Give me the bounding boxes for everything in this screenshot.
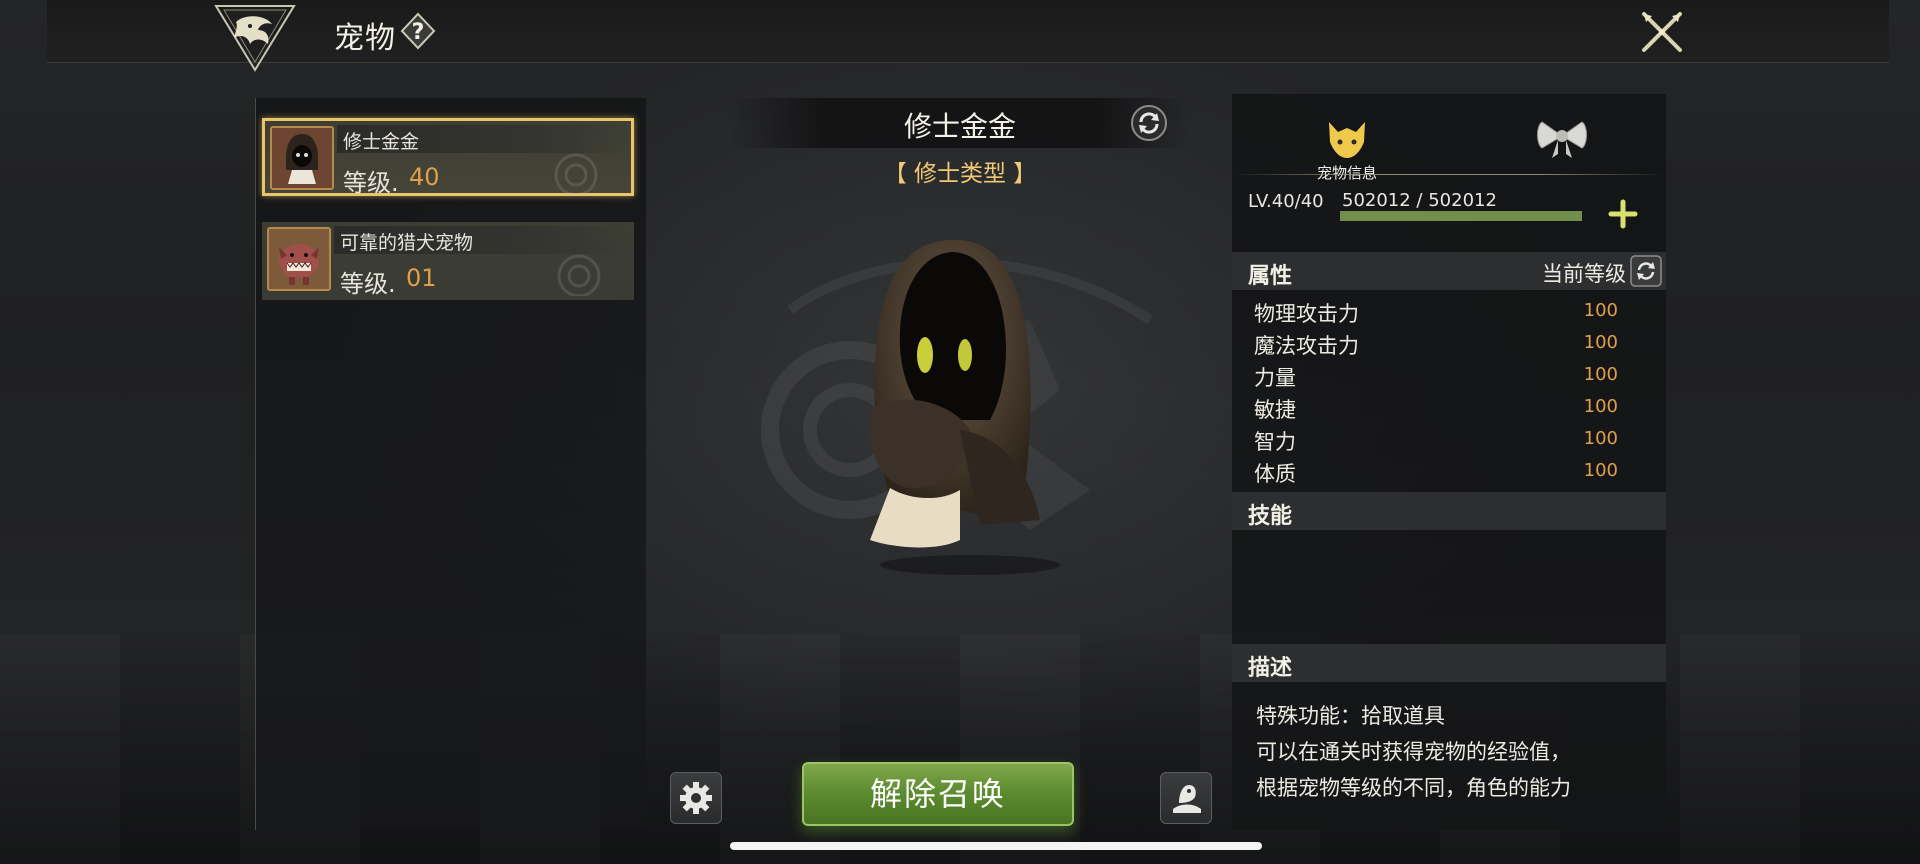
exp-bar: [1340, 211, 1582, 221]
attributes-title: 属性: [1248, 264, 1293, 289]
home-indicator[interactable]: [730, 842, 1262, 850]
skills-title: 技能: [1248, 504, 1293, 529]
pet-list-panel: 修士金金 等级. 40 可靠的猎犬宠物 等级. 01: [255, 98, 646, 830]
pet-hand-icon: [1173, 785, 1201, 813]
pet-level-label: 等级.: [343, 169, 399, 197]
page-title: 宠物: [334, 21, 396, 56]
stat-row: 体质 100: [1232, 456, 1666, 488]
stat-value: 100: [1583, 300, 1618, 321]
exp-bar-fill: [1340, 211, 1582, 221]
stat-value: 100: [1583, 396, 1618, 417]
card-watermark-icon: [557, 254, 601, 296]
stat-name: 敏捷: [1254, 398, 1296, 422]
stat-value: 100: [1583, 364, 1618, 385]
stat-row: 力量 100: [1232, 360, 1666, 392]
stat-row: 物理攻击力 100: [1232, 296, 1666, 328]
description-header: 描述: [1232, 644, 1666, 682]
hooded-monk-icon: [272, 128, 332, 188]
pet-avatar: [267, 227, 331, 291]
description-line: 根据宠物等级的不同，角色的能力: [1256, 776, 1571, 800]
stat-name: 体质: [1254, 462, 1296, 486]
attributes-header: 属性 当前等级: [1232, 252, 1666, 290]
pet-info-panel: 宠物信息 LV.40/40 502012 / 502012 属性 当前等级 物理…: [1232, 94, 1666, 830]
refresh-icon[interactable]: [1630, 255, 1662, 287]
close-icon[interactable]: [1638, 8, 1686, 56]
settings-button[interactable]: [670, 772, 722, 824]
current-level-label: 当前等级: [1542, 262, 1626, 286]
dismiss-summon-button[interactable]: 解除召唤: [802, 762, 1074, 826]
stat-row: 敏捷 100: [1232, 392, 1666, 424]
card-watermark-icon: [554, 153, 598, 195]
hound-pet-icon: [269, 229, 329, 289]
pet-level-label: 等级.: [340, 270, 396, 298]
dragon-emblem-icon: [214, 5, 296, 72]
skills-header: 技能: [1232, 492, 1666, 530]
pet-name: 可靠的猎犬宠物: [340, 232, 474, 254]
tab-pet-info-label: 宠物信息: [1316, 164, 1377, 182]
stat-value: 100: [1583, 428, 1618, 449]
stat-name: 物理攻击力: [1254, 302, 1359, 326]
game-screen: 宠物 ? 修士金金 等级. 40 可靠的猎犬宠物 等级. 01 修士金金 【 修…: [0, 0, 1920, 864]
pet-3d-model: [869, 239, 1060, 575]
pet-type-label: 【 修士类型 】: [883, 161, 1037, 187]
stat-value: 100: [1583, 332, 1618, 353]
fox-head-icon: [1329, 122, 1365, 158]
stat-name: 魔法攻击力: [1254, 334, 1359, 358]
selected-pet-name: 修士金金: [903, 110, 1016, 143]
description-line: 可以在通关时获得宠物的经验值，: [1256, 740, 1571, 764]
stat-row: 智力 100: [1232, 424, 1666, 456]
pet-card[interactable]: 可靠的猎犬宠物 等级. 01: [262, 222, 634, 300]
tab-divider: [1232, 174, 1666, 175]
plus-icon[interactable]: [1607, 198, 1639, 230]
help-icon[interactable]: ?: [400, 12, 436, 50]
pet-level-value: 01: [406, 264, 437, 292]
stat-name: 智力: [1254, 430, 1296, 454]
pet-card-selected[interactable]: 修士金金 等级. 40: [262, 118, 634, 197]
pet-level-text: LV.40/40: [1248, 191, 1324, 212]
pet-avatar: [270, 126, 334, 190]
pet-level-value: 40: [409, 163, 440, 191]
description-title: 描述: [1248, 656, 1293, 681]
pet-name: 修士金金: [343, 131, 420, 153]
pet-action-button[interactable]: [1160, 772, 1212, 824]
top-bar: [47, 0, 1889, 63]
stat-name: 力量: [1254, 366, 1296, 390]
svg-text:?: ?: [412, 20, 425, 45]
refresh-icon[interactable]: [1130, 104, 1168, 142]
description-line: 特殊功能：拾取道具: [1256, 704, 1445, 728]
bow-icon[interactable]: [1532, 114, 1592, 164]
stat-value: 100: [1583, 460, 1618, 481]
gear-icon: [680, 782, 712, 814]
stat-row: 魔法攻击力 100: [1232, 328, 1666, 360]
tab-pet-info[interactable]: 宠物信息: [1292, 108, 1402, 182]
exp-text: 502012 / 502012: [1342, 190, 1497, 211]
